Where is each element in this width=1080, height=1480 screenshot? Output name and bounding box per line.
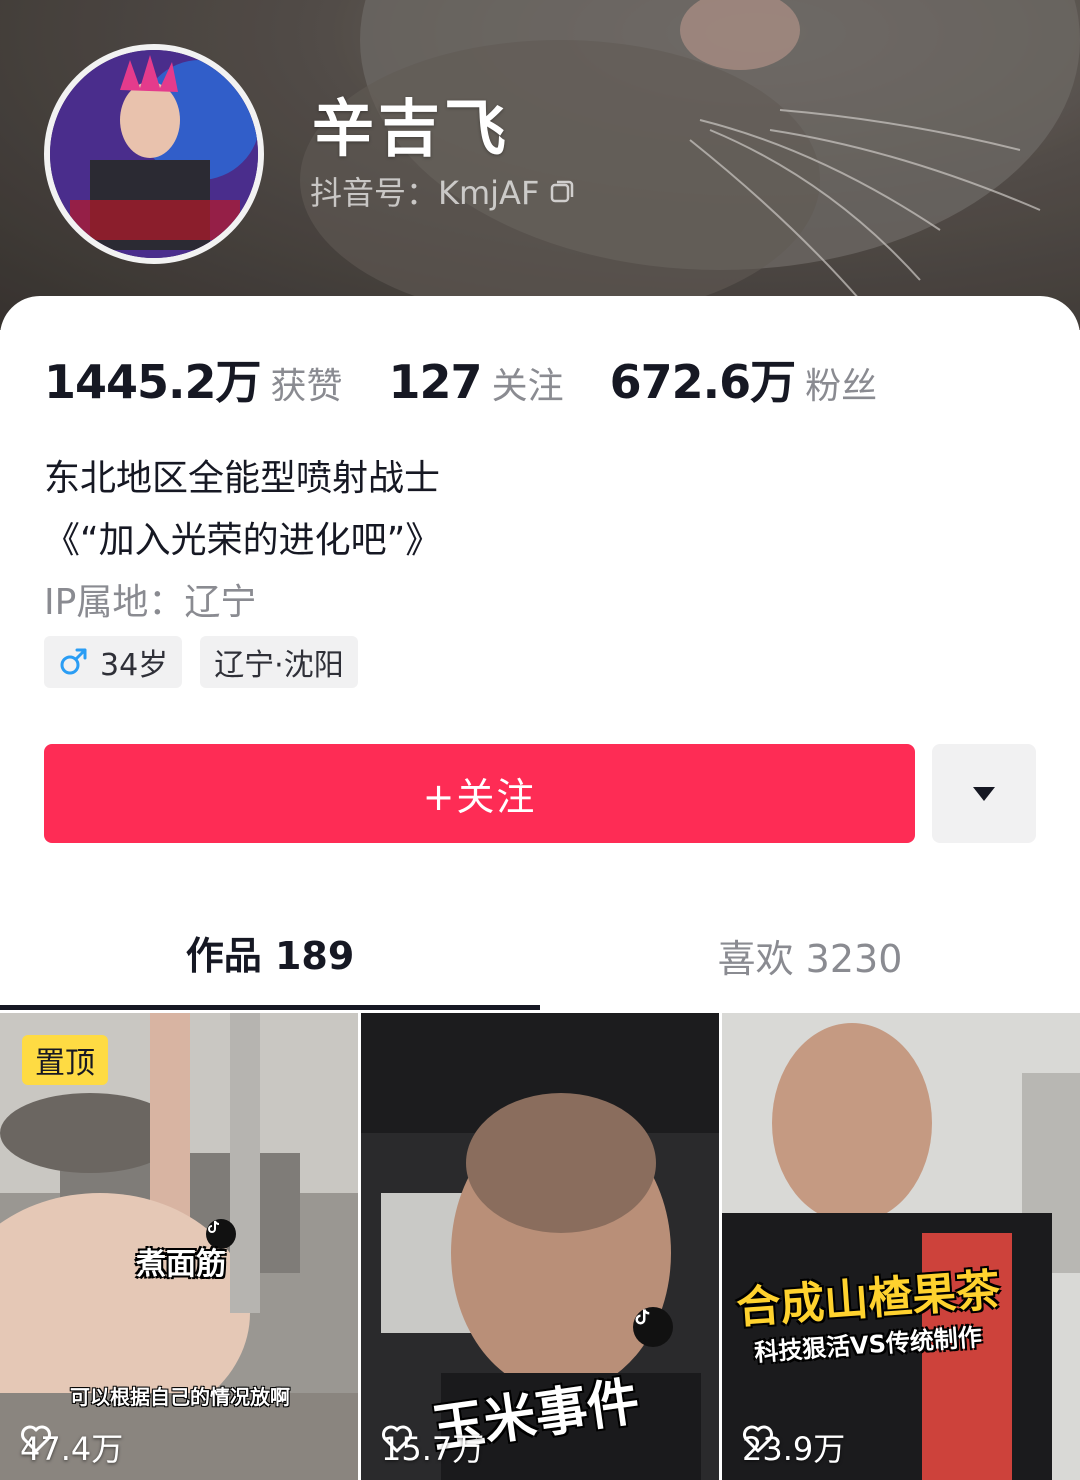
tab-liked[interactable]: 喜欢 3230 xyxy=(540,900,1080,1010)
video-thumbnail xyxy=(722,1013,1080,1480)
stat-value: 127 xyxy=(388,355,483,409)
male-icon xyxy=(60,648,87,675)
location-label: 辽宁·沈阳 xyxy=(214,648,344,683)
avatar[interactable] xyxy=(44,44,264,264)
tab-works[interactable]: 作品 189 xyxy=(0,900,540,1010)
stat-likes[interactable]: 1445.2万 获赞 xyxy=(44,346,343,412)
age-tag: 34岁 xyxy=(44,636,183,688)
follow-button[interactable]: +关注 xyxy=(44,744,915,843)
heart-icon xyxy=(21,1425,51,1453)
video-tile[interactable]: 玉米事件 15.7万 xyxy=(361,1013,719,1480)
douyin-id: 抖音号：KmjAF xyxy=(310,174,540,212)
age-label: 34岁 xyxy=(100,648,169,683)
stats-row: 1445.2万 获赞 127 关注 672.6万 粉丝 xyxy=(44,346,923,412)
stat-followers[interactable]: 672.6万 粉丝 xyxy=(610,346,878,412)
pinned-badge: 置顶 xyxy=(22,1035,108,1085)
video-tile[interactable]: 置顶 煮面筋 可以根据自己的情况放啊 47.4万 xyxy=(0,1013,358,1480)
heart-icon xyxy=(382,1425,412,1453)
more-options-button[interactable] xyxy=(932,744,1036,843)
video-likes: 23.9万 xyxy=(742,1424,845,1470)
caret-down-icon xyxy=(973,786,995,801)
profile-nickname: 辛吉飞 xyxy=(312,92,511,165)
stat-value: 1445.2万 xyxy=(44,355,262,409)
video-likes: 47.4万 xyxy=(20,1424,123,1470)
ip-location: IP属地：辽宁 xyxy=(44,582,257,623)
stat-label: 获赞 xyxy=(270,366,343,407)
video-grid: 置顶 煮面筋 可以根据自己的情况放啊 47.4万 玉米事件 15.7万 合成山楂… xyxy=(0,1013,1080,1480)
douyin-id-row[interactable]: 抖音号：KmjAF xyxy=(310,168,575,214)
profile-bio: 东北地区全能型喷射战士 《“加入光荣的进化吧”》 IP属地：辽宁 xyxy=(44,448,441,634)
copy-icon[interactable] xyxy=(549,178,575,204)
stat-label: 关注 xyxy=(491,366,564,407)
bio-line: 东北地区全能型喷射战士 xyxy=(44,458,441,499)
video-cover-title: 煮面筋 xyxy=(136,1247,226,1282)
stat-following[interactable]: 127 关注 xyxy=(389,355,564,409)
location-tag: 辽宁·沈阳 xyxy=(200,636,358,688)
bio-line: 《“加入光荣的进化吧”》 xyxy=(44,520,442,561)
tiktok-icon xyxy=(633,1307,673,1347)
stat-label: 粉丝 xyxy=(805,366,878,407)
video-tile[interactable]: 合成山楂果茶 科技狠活VS传统制作 23.9万 xyxy=(722,1013,1080,1480)
heart-icon xyxy=(743,1425,773,1453)
stat-value: 672.6万 xyxy=(609,355,797,409)
video-likes: 15.7万 xyxy=(381,1424,484,1470)
video-cover-subtitle: 可以根据自己的情况放啊 xyxy=(70,1385,290,1409)
profile-tags: 34岁 辽宁·沈阳 xyxy=(44,636,376,688)
profile-tabs: 作品 189 喜欢 3230 xyxy=(0,900,1080,1010)
